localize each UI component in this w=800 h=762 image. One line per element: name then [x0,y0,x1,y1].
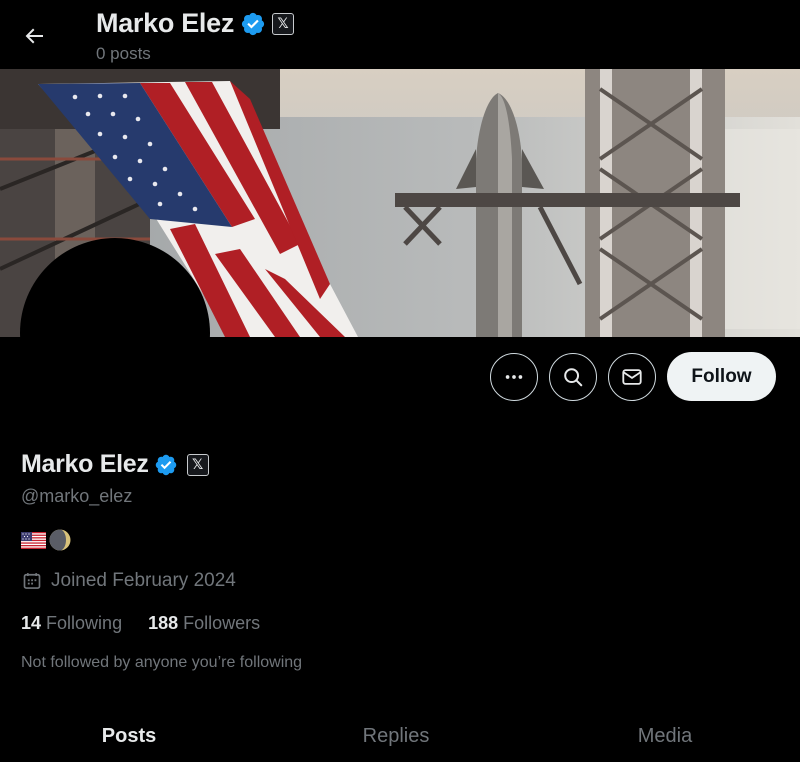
joined-text: Joined February 2024 [51,570,236,591]
message-icon [622,368,642,385]
follow-button[interactable]: Follow [667,352,776,401]
tab-media[interactable]: Media [638,725,692,748]
us-flag-icon [21,531,46,549]
back-arrow-icon [25,28,43,44]
profile-avatar[interactable] [20,238,210,428]
more-button[interactable] [490,352,538,401]
header-name-row: Marko Elez 𝕏 [96,8,295,39]
back-button[interactable] [16,18,52,54]
moon-icon [49,529,71,551]
profile-name: Marko Elez [21,450,149,478]
x-affiliation-icon[interactable]: 𝕏 [186,453,209,476]
following-link[interactable]: 14 Following [21,613,122,634]
search-profile-button[interactable] [549,352,597,401]
more-icon [505,374,523,379]
profile-bio [21,528,72,552]
tab-replies[interactable]: Replies [363,725,430,748]
followers-link[interactable]: 188 Followers [148,613,260,634]
following-label: Following [46,613,123,633]
calendar-icon [23,573,41,589]
profile-actions: Follow [490,352,776,401]
top-bar: Marko Elez 𝕏 0 posts [0,0,800,69]
verified-badge-icon [241,12,265,35]
header-name: Marko Elez [96,8,235,38]
profile-name-row: Marko Elez 𝕏 [21,450,209,479]
not-followed-note: Not followed by anyone you’re following [21,654,303,671]
x-affiliation-icon[interactable]: 𝕏 [272,12,295,35]
followers-count: 188 [148,613,179,633]
search-icon [564,367,583,386]
message-button[interactable] [608,352,656,401]
header-posts-count: 0 posts [96,44,151,63]
tab-posts[interactable]: Posts [102,725,156,748]
followers-label: Followers [183,613,261,633]
profile-tabs: Posts Replies Media [0,712,800,762]
following-count: 14 [21,613,42,633]
verified-badge-icon[interactable] [154,453,178,477]
profile-handle: @marko_elez [21,486,133,506]
joined-date: Joined February 2024 [22,570,236,592]
follow-stats: 14 Following 188 Followers [21,613,260,634]
